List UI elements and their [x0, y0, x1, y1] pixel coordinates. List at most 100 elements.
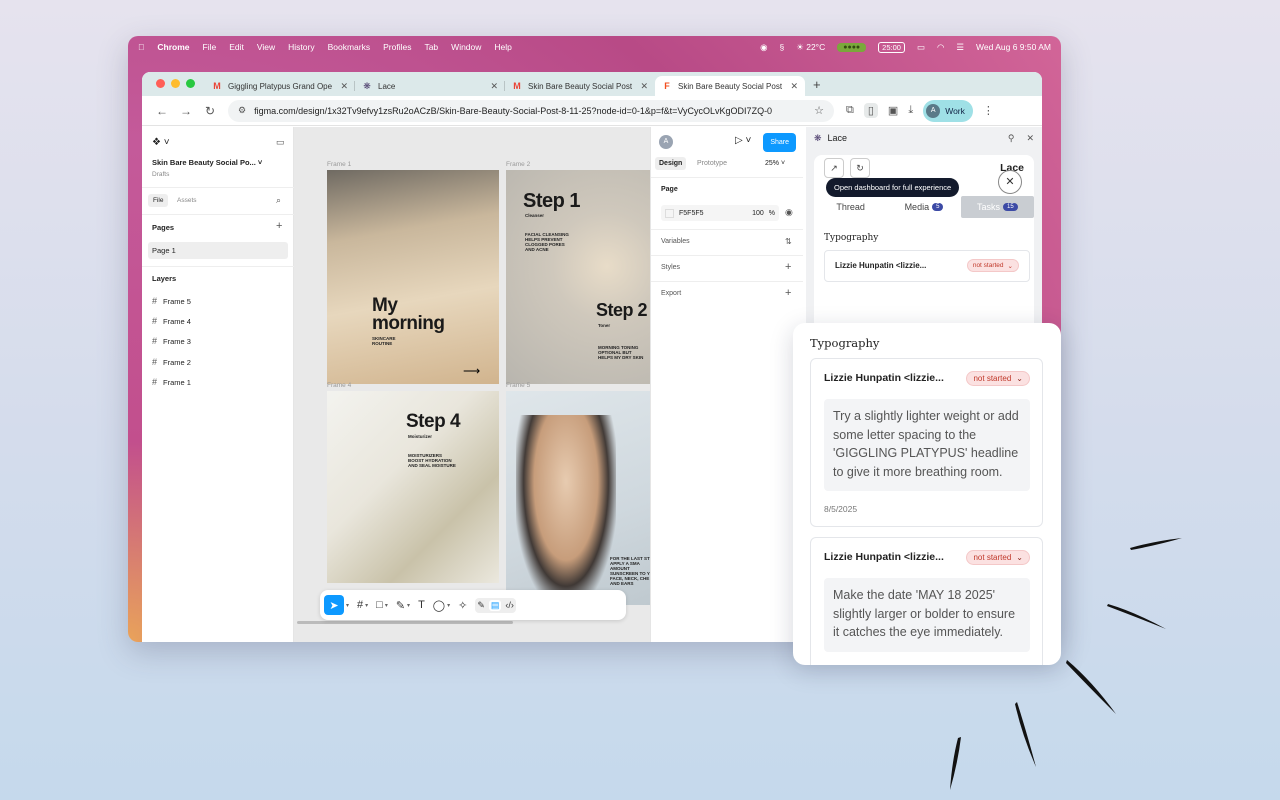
frame-label[interactable]: Frame 2	[506, 161, 530, 168]
assets-tab[interactable]: Assets	[177, 197, 197, 204]
activity-pill[interactable]: ●●●●	[837, 42, 867, 52]
bg-hex[interactable]: F5F5F5	[679, 210, 704, 217]
menu-tab[interactable]: Tab	[424, 42, 438, 52]
reload-icon[interactable]: ↻	[198, 104, 222, 118]
close-icon[interactable]: ✕	[1026, 133, 1034, 144]
add-style-icon[interactable]: +	[785, 261, 791, 273]
status-dropdown[interactable]: not started ⌄	[966, 371, 1030, 386]
variables-icon[interactable]: ⇅	[785, 237, 792, 246]
bookmark-star-icon[interactable]: ☆	[814, 104, 824, 117]
status-dropdown[interactable]: not started ⌄	[966, 550, 1030, 565]
record-icon[interactable]: ◉	[760, 42, 767, 53]
dev-mode-icon[interactable]: ‹/›	[505, 600, 514, 611]
share-button[interactable]: Share	[763, 133, 796, 152]
extensions-icon[interactable]: ⧉	[846, 104, 854, 117]
cast-icon[interactable]: ▣	[888, 104, 898, 117]
chevron-down-icon[interactable]: ▾	[407, 602, 410, 609]
menu-profiles[interactable]: Profiles	[383, 42, 411, 52]
pen-tool-icon[interactable]: ✎	[396, 599, 405, 612]
frame-2[interactable]: Step 1 Cleanser FACIAL CLEANSING HELPS P…	[506, 170, 650, 384]
frame-label[interactable]: Frame 5	[506, 382, 530, 389]
open-dashboard-button[interactable]: Open dashboard for full experience	[826, 178, 960, 197]
figma-menu-icon[interactable]: ❖ ˅	[152, 137, 170, 148]
user-avatar[interactable]: A	[659, 135, 673, 149]
design-mode-icon[interactable]: ▤	[488, 599, 502, 611]
task-card[interactable]: Lizzie Hunpatin <lizzie... not started ⌄ …	[810, 358, 1043, 527]
move-tool-icon[interactable]: ➤	[324, 595, 344, 615]
page-item[interactable]: Page 1	[148, 242, 288, 259]
profile-button[interactable]: A Work	[923, 99, 973, 122]
prototype-tab[interactable]: Prototype	[697, 160, 727, 167]
new-tab-button[interactable]: +	[813, 77, 821, 92]
frame-4[interactable]: Step 4 Moisturizer MOISTURIZERS BOOST HY…	[327, 391, 499, 583]
page-bg-field[interactable]: F5F5F5 100 %	[661, 205, 779, 221]
actions-icon[interactable]: ✧	[458, 599, 467, 612]
close-tab-icon[interactable]: ✕	[490, 81, 498, 92]
wifi-icon[interactable]: ◠	[937, 42, 944, 53]
design-tab[interactable]: Design	[655, 157, 687, 170]
task-card[interactable]: Lizzie Hunpatin <lizzie... not started ⌄ …	[810, 537, 1043, 665]
tab-tasks[interactable]: Tasks 15	[960, 196, 1034, 218]
weather-status[interactable]: ☀ 22°C	[796, 42, 825, 53]
chevron-down-icon[interactable]: ▾	[385, 602, 388, 609]
tab-thread[interactable]: Thread	[814, 196, 887, 218]
menu-edit[interactable]: Edit	[229, 42, 244, 52]
layer-item[interactable]: # Frame 1	[152, 377, 191, 387]
zoom-window-button[interactable]	[186, 79, 195, 88]
file-tab[interactable]: File	[148, 194, 169, 207]
battery-icon[interactable]: ▭	[917, 42, 925, 53]
url-text[interactable]: figma.com/design/1x32Tv9efvy1zsRu2oACzB/…	[254, 106, 814, 116]
s-icon[interactable]: §	[780, 42, 785, 52]
color-swatch[interactable]	[665, 208, 674, 218]
chevron-down-icon[interactable]: ▾	[346, 602, 349, 609]
layer-item[interactable]: # Frame 3	[152, 336, 191, 346]
frame-5[interactable]: FOR THE LAST ST APPLY A SMA AMOUNT SUNSC…	[506, 391, 650, 605]
add-export-icon[interactable]: +	[785, 287, 791, 299]
menu-bookmarks[interactable]: Bookmarks	[328, 42, 371, 52]
close-tab-icon[interactable]: ✕	[790, 81, 798, 92]
browser-tab-1[interactable]: M Giggling Platypus Grand Ope ✕	[205, 76, 355, 96]
menu-window[interactable]: Window	[451, 42, 481, 52]
side-panel-icon[interactable]: ▯	[863, 103, 878, 118]
pin-icon[interactable]: ⚲	[1008, 133, 1015, 144]
canvas-scrollbar[interactable]	[297, 621, 513, 624]
back-icon[interactable]: ←	[150, 104, 174, 118]
eye-icon[interactable]: ◉	[785, 207, 793, 218]
layer-item[interactable]: # Frame 4	[152, 316, 191, 326]
file-location[interactable]: Drafts	[152, 171, 169, 178]
control-center-icon[interactable]: ☰	[956, 42, 964, 53]
shape-tool-icon[interactable]: □	[376, 599, 383, 611]
browser-tab-4-active[interactable]: F Skin Bare Beauty Social Post ✕	[655, 76, 805, 96]
tab-media[interactable]: Media 5	[887, 196, 960, 218]
layer-item[interactable]: # Frame 2	[152, 357, 191, 367]
minimize-window-button[interactable]	[171, 79, 180, 88]
browser-tab-3[interactable]: M Skin Bare Beauty Social Post ✕	[505, 76, 655, 96]
bg-opacity[interactable]: 100	[752, 210, 764, 217]
refresh-icon[interactable]: ↻	[850, 158, 870, 178]
frame-label[interactable]: Frame 4	[327, 382, 351, 389]
open-external-icon[interactable]: ↗	[824, 158, 844, 178]
site-settings-icon[interactable]: ⚙	[238, 105, 246, 116]
zoom-level[interactable]: 25% ˅	[765, 160, 785, 167]
menu-view[interactable]: View	[257, 42, 275, 52]
status-dropdown[interactable]: not started ⌄	[966, 259, 1019, 272]
chevron-down-icon[interactable]: ▾	[447, 602, 450, 609]
download-icon[interactable]: ⤓	[908, 104, 913, 117]
apple-icon[interactable]: 	[138, 42, 144, 52]
address-bar[interactable]: ⚙ figma.com/design/1x32Tv9efvy1zsRu2oACz…	[228, 99, 834, 122]
chevron-down-icon[interactable]: ▾	[365, 602, 368, 609]
close-tab-icon[interactable]: ✕	[340, 81, 348, 92]
file-name[interactable]: Skin Bare Beauty Social Po... ˅	[152, 158, 262, 167]
timer-status[interactable]: 25:00	[878, 41, 905, 53]
present-icon[interactable]: ▷ ˅	[735, 135, 751, 146]
frame-1[interactable]: My morning SKINCARE ROUTINE ⟶	[327, 170, 499, 384]
text-tool-icon[interactable]: T	[418, 599, 425, 611]
menu-help[interactable]: Help	[494, 42, 511, 52]
toggle-sidebar-icon[interactable]: ▭	[276, 137, 285, 148]
menu-history[interactable]: History	[288, 42, 314, 52]
close-tab-icon[interactable]: ✕	[640, 81, 648, 92]
figma-canvas[interactable]: Frame 1 Frame 2 My morning SKINCARE ROUTI…	[294, 127, 650, 642]
menu-app-name[interactable]: Chrome	[157, 42, 189, 52]
search-icon[interactable]: ⌕	[276, 195, 281, 206]
draw-mode-icon[interactable]: ✎	[477, 600, 485, 611]
